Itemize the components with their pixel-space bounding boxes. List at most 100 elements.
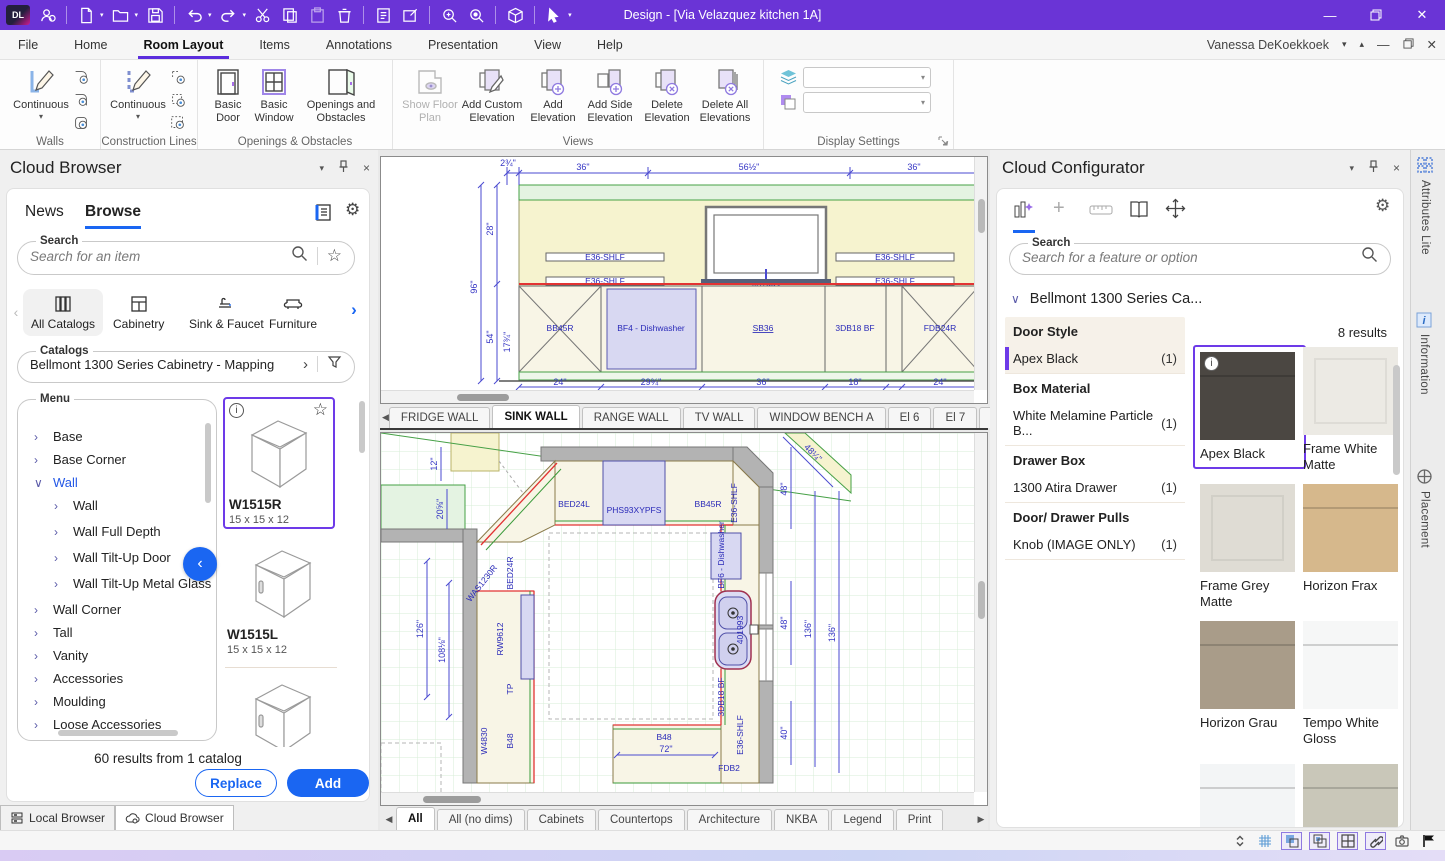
option-knob-image-only[interactable]: Knob (IMAGE ONLY)(1) (1005, 530, 1185, 560)
plan-tabs-left-arrow[interactable]: ◀ (382, 809, 396, 830)
cut-icon[interactable] (253, 5, 273, 25)
cfg-search-input[interactable]: Search for a feature or option (1022, 250, 1198, 265)
favorites-star-icon[interactable]: ☆ (327, 246, 342, 266)
browser-settings-gear-icon[interactable]: ⚙ (345, 200, 360, 220)
display-layers-combo[interactable]: ▾ (803, 67, 931, 88)
category-sink-faucet[interactable]: Sink & Faucet (189, 294, 264, 331)
undo-icon[interactable] (184, 5, 204, 25)
tab-all-no-dims[interactable]: All (no dims) (437, 809, 525, 830)
menu-item-tall[interactable]: ›Tall (34, 625, 73, 640)
dock-tab-cloud-browser[interactable]: Cloud Browser (115, 805, 234, 830)
paste-icon[interactable] (307, 5, 327, 25)
plan-tabs-right-arrow[interactable]: ▶ (974, 809, 988, 830)
copy-icon[interactable] (280, 5, 300, 25)
link-views-icon[interactable] (1365, 832, 1386, 850)
account-icon[interactable] (37, 5, 57, 25)
new-file-icon[interactable] (76, 5, 96, 25)
browser-search-input[interactable]: Search for an item (30, 249, 140, 264)
swatch-horizon-frax[interactable]: Horizon Frax (1303, 484, 1402, 594)
tab-home[interactable]: Home (56, 30, 125, 60)
dock-tab-local-browser[interactable]: Local Browser (0, 805, 115, 830)
tab-items[interactable]: Items (241, 30, 308, 60)
walls-continuous-button[interactable]: Continuous▾ (12, 63, 70, 121)
menu-vertical-scrollbar[interactable] (205, 423, 211, 503)
construction-continuous-button[interactable]: Continuous▾ (109, 63, 167, 121)
swatch-apex-black[interactable]: i Apex Black (1193, 345, 1306, 469)
camera-icon[interactable] (1393, 833, 1411, 849)
swatch-frame-white-matte[interactable]: Frame White Matte (1303, 347, 1402, 474)
product-card-partial[interactable] (227, 675, 339, 747)
minimize-button[interactable]: — (1307, 0, 1353, 30)
cfg-tool-cabinet-icon[interactable] (1129, 199, 1149, 224)
app-close-icon[interactable]: ✕ (1427, 37, 1437, 52)
menu-item-moulding[interactable]: ›Moulding (34, 694, 106, 709)
redo-icon[interactable] (219, 5, 239, 25)
swatch-tempo-white-gloss[interactable]: Tempo White Gloss (1303, 621, 1402, 748)
tab-legend[interactable]: Legend (831, 809, 893, 830)
wall-corner-2-icon[interactable] (70, 89, 92, 111)
cfg-vertical-scrollbar[interactable] (1393, 365, 1400, 475)
display-pages-combo[interactable]: ▾ (803, 92, 931, 113)
product-card-w1515l[interactable]: W1515L 15 x 15 x 12 (227, 541, 339, 661)
floorplan-viewport[interactable]: BED24L PHS93XYPFS BB45R E36-SHLF BF6 - D… (380, 432, 988, 806)
categories-scroll-right-icon[interactable]: › (347, 299, 361, 320)
cfg-close-icon[interactable]: × (1393, 161, 1400, 175)
product-info-icon[interactable]: i (229, 403, 244, 418)
side-tab-information[interactable]: i Information (1416, 312, 1432, 395)
snap-overlap-icon[interactable] (1281, 832, 1302, 850)
cfg-tool-move-icon[interactable] (1165, 198, 1186, 224)
delete-all-elevations-button[interactable]: Delete All Elevations (695, 63, 755, 124)
tab-tv-wall[interactable]: TV WALL (683, 407, 756, 428)
menu-item-base-corner[interactable]: ›Base Corner (34, 452, 126, 467)
swatch-info-icon[interactable]: i (1204, 356, 1219, 371)
catalog-expand-icon[interactable]: › (303, 356, 308, 373)
elev-tabs-left-arrow[interactable]: ◀ (382, 407, 389, 428)
tab-help[interactable]: Help (579, 30, 641, 60)
option-atira-drawer[interactable]: 1300 Atira Drawer(1) (1005, 473, 1185, 503)
menu-item-wall-tilt-up-metal-glass[interactable]: ›Wall Tilt-Up Metal Glass (54, 576, 211, 591)
product-star-icon[interactable]: ☆ (313, 400, 328, 420)
tab-sink-wall[interactable]: SINK WALL (492, 405, 579, 428)
tab-cabinets[interactable]: Cabinets (527, 809, 596, 830)
elevation-viewport[interactable]: 2¾" 36" 56½" 36" 96" 28" 54" 17¾" 401993… (380, 156, 988, 404)
swatch-partial-1[interactable] (1200, 764, 1299, 828)
user-name[interactable]: Vanessa DeKoekkoek (1207, 38, 1329, 52)
option-apex-black[interactable]: Apex Black(1) (1005, 344, 1185, 374)
elevation-drawing[interactable]: 2¾" 36" 56½" 36" 96" 28" 54" 17¾" 401993… (381, 157, 975, 391)
menu-item-wall-child[interactable]: ›Wall (54, 498, 98, 513)
construction-line-3-icon[interactable] (167, 112, 189, 134)
category-all-catalogs[interactable]: All Catalogs (23, 289, 103, 336)
side-tab-placement[interactable]: Placement (1416, 468, 1433, 548)
tab-el7[interactable]: El 7 (933, 407, 977, 428)
tab-architecture[interactable]: Architecture (687, 809, 772, 830)
menu-item-base[interactable]: ›Base (34, 429, 83, 444)
maximize-button[interactable] (1353, 0, 1399, 30)
display-settings-launcher-icon[interactable] (937, 134, 949, 146)
menu-collapse-button[interactable]: ‹ (183, 547, 217, 581)
tab-fridge-wall[interactable]: FRIDGE WALL (389, 407, 491, 428)
add-side-elevation-button[interactable]: Add Side Elevation (581, 63, 639, 124)
show-floor-plan-button[interactable]: Show Floor Plan (401, 63, 459, 124)
catalog-list-icon[interactable] (313, 203, 332, 227)
swatch-frame-grey-matte[interactable]: Frame Grey Matte (1200, 484, 1299, 611)
tab-el6[interactable]: El 6 (888, 407, 932, 428)
selection-settings-icon[interactable] (544, 5, 564, 25)
cfg-tool-configure-icon[interactable] (1013, 199, 1035, 233)
tab-presentation[interactable]: Presentation (410, 30, 516, 60)
browser-tab-browse[interactable]: Browse (85, 203, 141, 229)
cfg-pin-icon[interactable] (1368, 160, 1379, 176)
add-button[interactable]: Add (287, 769, 369, 797)
panel-close-icon[interactable]: × (363, 161, 370, 175)
cfg-search-field[interactable]: Search Search for a feature or option (1009, 237, 1391, 275)
results-vertical-scrollbar[interactable] (359, 401, 365, 453)
tab-nkba[interactable]: NKBA (774, 809, 829, 830)
panel-pin-icon[interactable] (338, 160, 349, 176)
menu-item-vanity[interactable]: ›Vanity (34, 648, 88, 663)
app-restore-icon[interactable] (1403, 38, 1414, 52)
menu-item-wall-corner[interactable]: ›Wall Corner (34, 602, 121, 617)
report-icon[interactable] (373, 5, 393, 25)
add-elevation-button[interactable]: Add Elevation (525, 63, 581, 124)
product-card-w1515r[interactable]: i ☆ W1515R 15 x 15 x 12 (223, 397, 335, 529)
tab-all[interactable]: All (396, 807, 435, 830)
3d-view-icon[interactable] (505, 5, 525, 25)
